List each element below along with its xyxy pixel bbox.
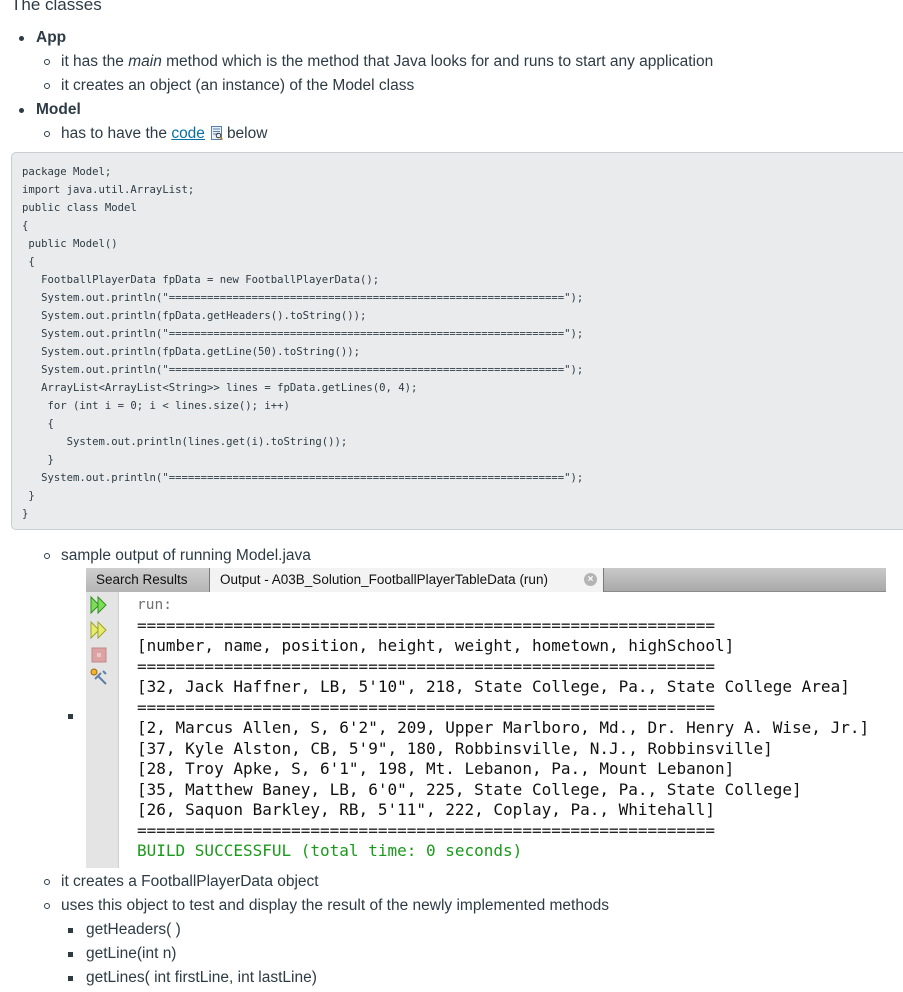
sample-output-label: sample output of running Model.java [61, 547, 311, 564]
build-status: BUILD SUCCESSFUL (total time: 0 seconds) [137, 841, 523, 860]
tab-output[interactable]: Output - A03B_Solution_FootballPlayerTab… [210, 568, 604, 592]
model-point-creates: it creates a FootballPlayerData object [44, 870, 844, 894]
app-point-instance-text: it creates an object (an instance) of th… [61, 77, 415, 94]
method-name: getLine(int n) [86, 945, 177, 962]
model-point-creates-text: it creates a FootballPlayerData object [61, 873, 319, 890]
tab-search-results[interactable]: Search Results [86, 568, 210, 592]
method-item: getHeaders( ) [68, 918, 568, 942]
console-line: [35, Matthew Baney, LB, 6'0", 225, State… [137, 779, 802, 799]
console-toolbar [86, 592, 119, 868]
class-bullet-model: Model [19, 98, 619, 122]
tab-search-results-label: Search Results [96, 572, 188, 587]
code-block: package Model; import java.util.ArrayLis… [11, 152, 903, 530]
model-point-text-after: below [226, 125, 268, 142]
code-link[interactable]: code [171, 125, 205, 142]
console-line: [28, Troy Apke, S, 6'1", 198, Mt. Lebano… [137, 759, 735, 778]
method-item: getLine(int n) [68, 942, 568, 966]
ide-output-panel: Search Results Output - A03B_Solution_Fo… [86, 568, 886, 868]
console-line: [2, Marcus Allen, S, 6'2", 209, Upper Ma… [137, 718, 870, 737]
console-separator: ========================================… [137, 615, 715, 635]
class-name-app: App [36, 29, 67, 46]
run-again-icon[interactable] [89, 595, 109, 615]
class-name-model: Model [36, 101, 81, 118]
sample-output-point: sample output of running Model.java [44, 544, 844, 568]
console-line: [37, Kyle Alston, CB, 5'9", 180, Robbins… [137, 738, 773, 758]
class-bullet-app: App [19, 26, 619, 50]
section-title: The classes [11, 0, 102, 14]
app-point-text-after: method which is the method that Java loo… [161, 53, 714, 70]
method-name: getLines( int firstLine, int lastLine) [86, 969, 317, 986]
model-point-uses: uses this object to test and display the… [44, 894, 844, 918]
console-headers: [number, name, position, height, weight,… [137, 636, 735, 655]
console-line: [26, Saquon Barkley, RB, 5'11", 222, Cop… [137, 800, 715, 819]
app-point-text-before: it has the [61, 53, 129, 70]
model-java-code: package Model; import java.util.ArrayLis… [22, 166, 584, 520]
list-bullet [68, 714, 73, 719]
main-emphasis: main [128, 53, 162, 70]
method-name: getHeaders( ) [86, 921, 181, 938]
tab-bar: Search Results Output - A03B_Solution_Fo… [86, 568, 886, 592]
console-run-line: run: [137, 597, 172, 613]
method-item: getLines( int firstLine, int lastLine) [68, 966, 568, 990]
run-icon[interactable] [89, 620, 109, 640]
model-point-uses-text: uses this object to test and display the… [61, 897, 609, 914]
console-separator: ========================================… [137, 697, 715, 717]
console-line-50: [32, Jack Haffner, LB, 5'10", 218, State… [137, 677, 850, 696]
console-output: run: ===================================… [137, 594, 869, 862]
app-point-instance: it creates an object (an instance) of th… [44, 74, 844, 98]
console-separator: ========================================… [137, 656, 715, 676]
close-tab-icon[interactable]: × [584, 573, 597, 586]
stop-icon[interactable] [89, 645, 109, 665]
settings-icon[interactable] [89, 667, 109, 687]
console-separator: ========================================… [137, 820, 715, 840]
tab-output-label: Output - A03B_Solution_FootballPlayerTab… [220, 572, 548, 587]
document-preview-icon[interactable] [210, 124, 223, 141]
model-point-text-before: has to have the [61, 125, 172, 142]
app-point-main: it has the main method which is the meth… [44, 50, 844, 74]
model-point-code: has to have the code below [44, 122, 844, 146]
